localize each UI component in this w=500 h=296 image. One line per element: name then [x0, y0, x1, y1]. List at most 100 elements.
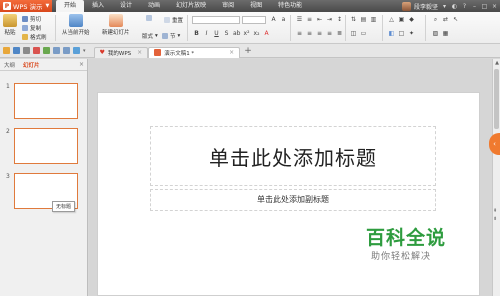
arrange-icon[interactable]: ▣ — [398, 16, 405, 23]
bold-icon[interactable]: B — [193, 30, 200, 37]
picture-icon[interactable]: ▨ — [432, 30, 439, 37]
doc-tab-presentation1[interactable]: 演示文稿1 * × — [148, 46, 241, 58]
outline-icon[interactable]: □ — [398, 30, 405, 37]
from-current-button[interactable]: 从当前开始 — [62, 14, 90, 36]
tab-outline[interactable]: 大纲 — [0, 61, 19, 69]
print-icon[interactable] — [23, 47, 30, 54]
underline-icon[interactable]: U — [213, 30, 220, 37]
close-icon[interactable]: × — [79, 61, 84, 68]
slide-preview[interactable] — [14, 128, 78, 164]
format-painter-button[interactable]: 格式刷 — [22, 33, 47, 41]
align-text-icon[interactable]: ▤ — [360, 16, 367, 23]
subtitle-placeholder[interactable]: 单击此处添加副标题 — [150, 189, 436, 211]
vertical-scrollbar[interactable]: ▲ — [492, 59, 500, 296]
section-dropdown[interactable]: 节 ▾ — [162, 32, 180, 40]
title-bar-right: 段李毅坚 ▾ ◐ ? – □ × — [401, 0, 498, 12]
undo-icon[interactable] — [53, 47, 60, 54]
chevron-down-icon[interactable]: ▾ — [441, 3, 448, 10]
preview-icon[interactable] — [43, 47, 50, 54]
copy-button[interactable]: 复制 — [22, 24, 41, 32]
help-icon[interactable]: ? — [461, 3, 468, 10]
fill-icon[interactable]: ◧ — [388, 30, 395, 37]
slideshow-icon[interactable] — [73, 47, 80, 54]
paste-button[interactable]: 粘贴 — [3, 14, 17, 36]
section-label: 节 — [170, 34, 176, 40]
restore-icon[interactable]: □ — [481, 3, 488, 10]
close-icon[interactable]: × — [229, 49, 234, 56]
tab-slides[interactable]: 幻灯片 — [19, 61, 44, 69]
new-tab-button[interactable]: + — [244, 46, 252, 56]
tab-design[interactable]: 设计 — [112, 0, 140, 12]
export-pdf-icon[interactable] — [33, 47, 40, 54]
effects-icon[interactable]: ✦ — [408, 30, 415, 37]
columns-icon[interactable]: ▥ — [370, 16, 377, 23]
align-center-icon[interactable]: ≡ — [306, 30, 313, 37]
tab-animation[interactable]: 动画 — [140, 0, 168, 12]
text-direction-icon[interactable]: ⇅ — [350, 16, 357, 23]
save-icon[interactable] — [13, 47, 20, 54]
slide-preview[interactable] — [14, 83, 78, 119]
superscript-icon[interactable]: x² — [243, 30, 250, 37]
replace-icon[interactable]: ⇄ — [442, 16, 449, 24]
bullets-icon[interactable]: ☰ — [296, 16, 303, 23]
minimize-icon[interactable]: – — [471, 3, 478, 10]
layout-button[interactable] — [146, 15, 152, 21]
app-menu-button[interactable]: P WPS 演示 ▼ — [0, 0, 52, 12]
tab-special[interactable]: 特色功能 — [270, 0, 310, 12]
scroll-up-icon[interactable]: ▲ — [493, 59, 500, 67]
line-spacing-icon[interactable]: ↕ — [336, 16, 343, 23]
tab-view[interactable]: 视图 — [242, 0, 270, 12]
font-size-select[interactable] — [242, 16, 266, 24]
tab-slideshow[interactable]: 幻灯片放映 — [168, 0, 214, 12]
user-name[interactable]: 段李毅坚 — [414, 2, 438, 11]
smartart-icon[interactable]: ◫ — [350, 30, 357, 37]
format-painter-label: 格式刷 — [30, 35, 47, 41]
justify-icon[interactable]: ≡ — [326, 30, 333, 37]
slide-thumbnail[interactable]: 1 — [6, 83, 78, 119]
decrease-indent-icon[interactable]: ⇤ — [316, 16, 323, 23]
font-color-icon[interactable]: A — [263, 30, 270, 37]
title-placeholder[interactable]: 单击此处添加标题 — [150, 126, 436, 186]
shapes-icon[interactable]: △ — [388, 16, 395, 23]
next-slide-icon[interactable]: ⇟ — [493, 216, 497, 222]
font-name-select[interactable] — [192, 16, 240, 24]
chevron-down-icon[interactable]: ▾ — [83, 48, 86, 54]
increase-indent-icon[interactable]: ⇥ — [326, 16, 333, 23]
subscript-icon[interactable]: x₂ — [253, 30, 260, 37]
tab-review[interactable]: 审阅 — [214, 0, 242, 12]
layout-dropdown[interactable]: 版式 ▾ — [142, 32, 158, 40]
find-icon[interactable]: ⌕ — [432, 16, 439, 24]
avatar[interactable] — [401, 1, 411, 11]
cut-button[interactable]: 剪切 — [22, 15, 41, 23]
redo-icon[interactable] — [63, 47, 70, 54]
tab-home[interactable]: 开始 — [56, 0, 85, 12]
doc-tab-my-wps[interactable]: ♥ 我的WPS × — [93, 46, 149, 58]
slide-canvas[interactable]: 单击此处添加标题 单击此处添加副标题 — [97, 92, 480, 296]
italic-icon[interactable]: I — [203, 30, 210, 37]
skin-icon[interactable]: ◐ — [451, 3, 458, 10]
scrollbar-thumb[interactable] — [494, 69, 499, 129]
reset-button[interactable]: 重置 — [164, 16, 183, 24]
font-grow-icon[interactable]: A — [270, 16, 277, 23]
previous-slide-icon[interactable]: ⇞ — [493, 208, 497, 214]
quick-style-icon[interactable]: ◆ — [408, 16, 415, 23]
numbering-icon[interactable]: ≡ — [306, 16, 313, 23]
shadow-icon[interactable]: S — [223, 30, 230, 37]
ribbon-toolbar: 粘贴 剪切 复制 格式刷 从当前开始 新建幻灯片 重置 版式 ▾ 节 ▾ A a — [0, 12, 500, 44]
slide-thumbnail[interactable]: 2 — [6, 128, 78, 164]
align-left-icon[interactable]: ≡ — [296, 30, 303, 37]
distribute-icon[interactable]: ≣ — [336, 30, 343, 37]
new-slide-button[interactable]: 新建幻灯片 — [102, 14, 130, 36]
align-right-icon[interactable]: ≡ — [316, 30, 323, 37]
open-folder-icon[interactable] — [3, 47, 10, 54]
close-icon[interactable]: × — [491, 3, 498, 10]
strikethrough-icon[interactable]: ab — [233, 30, 241, 37]
text-tools-top: ⇅ ▤ ▥ — [350, 16, 377, 23]
text-box-icon[interactable]: ▭ — [360, 30, 367, 37]
tab-insert[interactable]: 插入 — [84, 0, 112, 12]
select-icon[interactable]: ↖ — [452, 16, 459, 24]
close-icon[interactable]: × — [137, 49, 142, 56]
font-shrink-icon[interactable]: a — [280, 16, 287, 23]
table-icon[interactable]: ▦ — [442, 30, 449, 37]
side-panel-toggle[interactable]: ‹ — [489, 133, 500, 155]
